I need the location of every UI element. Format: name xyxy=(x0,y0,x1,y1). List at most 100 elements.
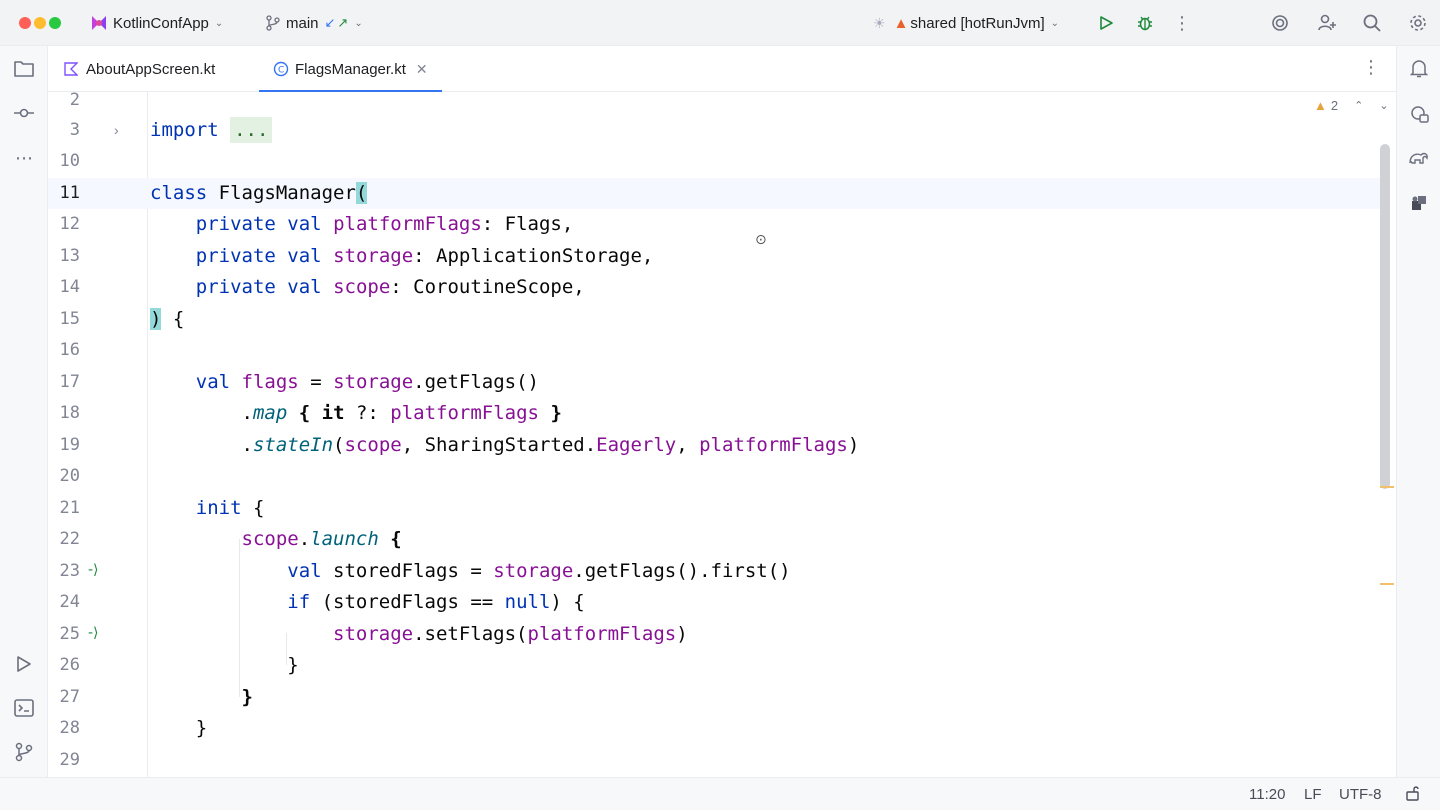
line-number: 28 xyxy=(59,718,80,738)
line-number: 25 xyxy=(59,623,80,644)
fold-expand-icon[interactable]: › xyxy=(114,115,119,147)
line-number: 15 xyxy=(59,308,80,329)
variable-decl: storedFlags = xyxy=(321,559,494,582)
class-keyword: class xyxy=(150,181,208,204)
close-window-button[interactable] xyxy=(19,17,31,29)
branch-name: main xyxy=(286,14,319,32)
suspend-call-icon[interactable]: -⟩ xyxy=(88,625,110,645)
property-ref: scope xyxy=(344,433,402,456)
debug-button[interactable] xyxy=(1133,11,1157,35)
tab-label: FlagsManager.kt xyxy=(295,60,406,78)
code-line: 22 scope.launch { xyxy=(48,524,1380,556)
file-encoding[interactable]: UTF-8 xyxy=(1339,786,1382,803)
commit-tool-button[interactable] xyxy=(10,99,38,127)
property-name: platformFlags xyxy=(333,213,482,235)
kotlin-file-icon xyxy=(64,62,78,76)
operator: = xyxy=(298,370,334,393)
tab-flags-manager[interactable]: C FlagsManager.kt ✕ xyxy=(259,46,442,93)
plugins-button[interactable] xyxy=(1405,189,1433,217)
ai-chat-button[interactable] xyxy=(1405,100,1433,128)
warning-stripe-marker[interactable] xyxy=(1380,486,1394,488)
branch-selector[interactable]: main ↙ ↗ ⌄ xyxy=(266,12,363,34)
line-number: 29 xyxy=(59,749,80,770)
ai-assistant-button[interactable] xyxy=(1268,11,1292,35)
property-ref: platformFlags xyxy=(527,622,677,645)
git-tool-button[interactable] xyxy=(10,738,38,766)
code-editor[interactable]: ▲ 2 ⌃ ⌄ 2 3 › import ... 10 11 class Fla… xyxy=(48,92,1396,777)
class-name: FlagsManager xyxy=(207,181,356,204)
tab-options-icon[interactable]: ⋮ xyxy=(1362,57,1380,78)
code-line: 16 xyxy=(48,335,1380,367)
property-name: storage xyxy=(333,244,414,267)
more-horizontal-icon: ⋯ xyxy=(15,147,33,168)
zoom-window-button[interactable] xyxy=(49,17,61,29)
dot: . xyxy=(241,433,253,456)
status-bar: 11:20 LF UTF-8 xyxy=(0,777,1440,810)
property-ref: scope xyxy=(241,528,299,550)
brace: { xyxy=(161,307,185,330)
run-configuration-selector[interactable]: ☀ ▲ shared [hotRunJvm] ⌄ xyxy=(873,12,1059,34)
property-name: flags xyxy=(241,370,299,393)
line-separator[interactable]: LF xyxy=(1304,786,1322,803)
more-actions-button[interactable]: ⋮ xyxy=(1170,11,1194,35)
function-call: launch xyxy=(310,528,379,550)
folder-icon xyxy=(14,61,34,77)
private-keyword: private xyxy=(195,213,276,235)
property-ref: platformFlags xyxy=(390,402,539,424)
lambda-brace: } xyxy=(241,685,253,708)
run-button[interactable] xyxy=(1094,11,1118,35)
tab-about-app-screen[interactable]: AboutAppScreen.kt xyxy=(64,46,215,92)
code-line: 17 val flags = storage.getFlags() xyxy=(48,367,1380,399)
type-annotation: : Flags, xyxy=(481,213,574,235)
matched-paren: ) xyxy=(150,307,162,330)
project-selector[interactable]: KotlinConfApp ⌄ xyxy=(90,12,223,34)
right-tool-window-bar xyxy=(1396,46,1440,777)
tab-label: AboutAppScreen.kt xyxy=(86,60,216,78)
suspend-call-icon[interactable]: -⟩ xyxy=(88,562,110,582)
branch-icon xyxy=(266,15,280,31)
folded-imports[interactable]: ... xyxy=(230,116,273,143)
minimize-window-button[interactable] xyxy=(34,17,46,29)
code-line: 3 › import ... xyxy=(48,115,1380,147)
search-everywhere-button[interactable] xyxy=(1360,11,1384,35)
function-call: stateIn xyxy=(252,433,334,456)
notifications-button[interactable] xyxy=(1405,55,1433,83)
git-branch-icon xyxy=(15,742,33,762)
code-line: 20 xyxy=(48,461,1380,493)
next-highlight-icon[interactable]: ⌄ xyxy=(1379,99,1388,112)
code-with-me-button[interactable] xyxy=(1315,11,1339,35)
settings-button[interactable] xyxy=(1406,11,1430,35)
vertical-scrollbar[interactable] xyxy=(1380,144,1390,489)
lock-icon[interactable] xyxy=(1405,784,1421,806)
close-tab-icon[interactable]: ✕ xyxy=(416,61,428,78)
line-number: 16 xyxy=(59,340,80,360)
val-keyword: val xyxy=(287,213,322,235)
project-tool-button[interactable] xyxy=(10,55,38,83)
line-number: 2 xyxy=(69,92,80,110)
code-line: 23 -⟩ val storedFlags = storage.getFlags… xyxy=(48,556,1380,588)
line-number: 10 xyxy=(59,151,80,171)
outgoing-arrow-icon: ↗ xyxy=(337,15,349,30)
private-keyword: private xyxy=(195,276,276,298)
mouse-text-cursor-icon: ⊙ xyxy=(755,232,767,248)
more-tools-button[interactable]: ⋯ xyxy=(10,144,38,172)
code-line: 15 ) { xyxy=(48,304,1380,336)
line-number: 24 xyxy=(59,592,80,612)
property-ref: storage xyxy=(333,622,414,645)
editor-tab-bar: AboutAppScreen.kt C FlagsManager.kt ✕ ⋮ xyxy=(48,46,1396,93)
run-tool-button[interactable] xyxy=(10,650,38,678)
if-keyword: if xyxy=(287,591,311,613)
property-ref: storage xyxy=(333,370,414,393)
brace: } xyxy=(195,717,208,739)
private-keyword: private xyxy=(195,244,276,267)
caret-position[interactable]: 11:20 xyxy=(1249,786,1285,803)
brace: { xyxy=(241,496,265,519)
code-line-current: 11 class FlagsManager( xyxy=(48,177,1380,209)
warning-stripe-marker[interactable] xyxy=(1380,583,1394,585)
gradle-button[interactable] xyxy=(1405,144,1433,172)
dot: . xyxy=(241,402,253,424)
lambda-brace: { xyxy=(287,402,322,424)
terminal-tool-button[interactable] xyxy=(10,694,38,722)
gradle-elephant-icon xyxy=(1409,152,1428,164)
it-keyword: it xyxy=(321,402,345,424)
